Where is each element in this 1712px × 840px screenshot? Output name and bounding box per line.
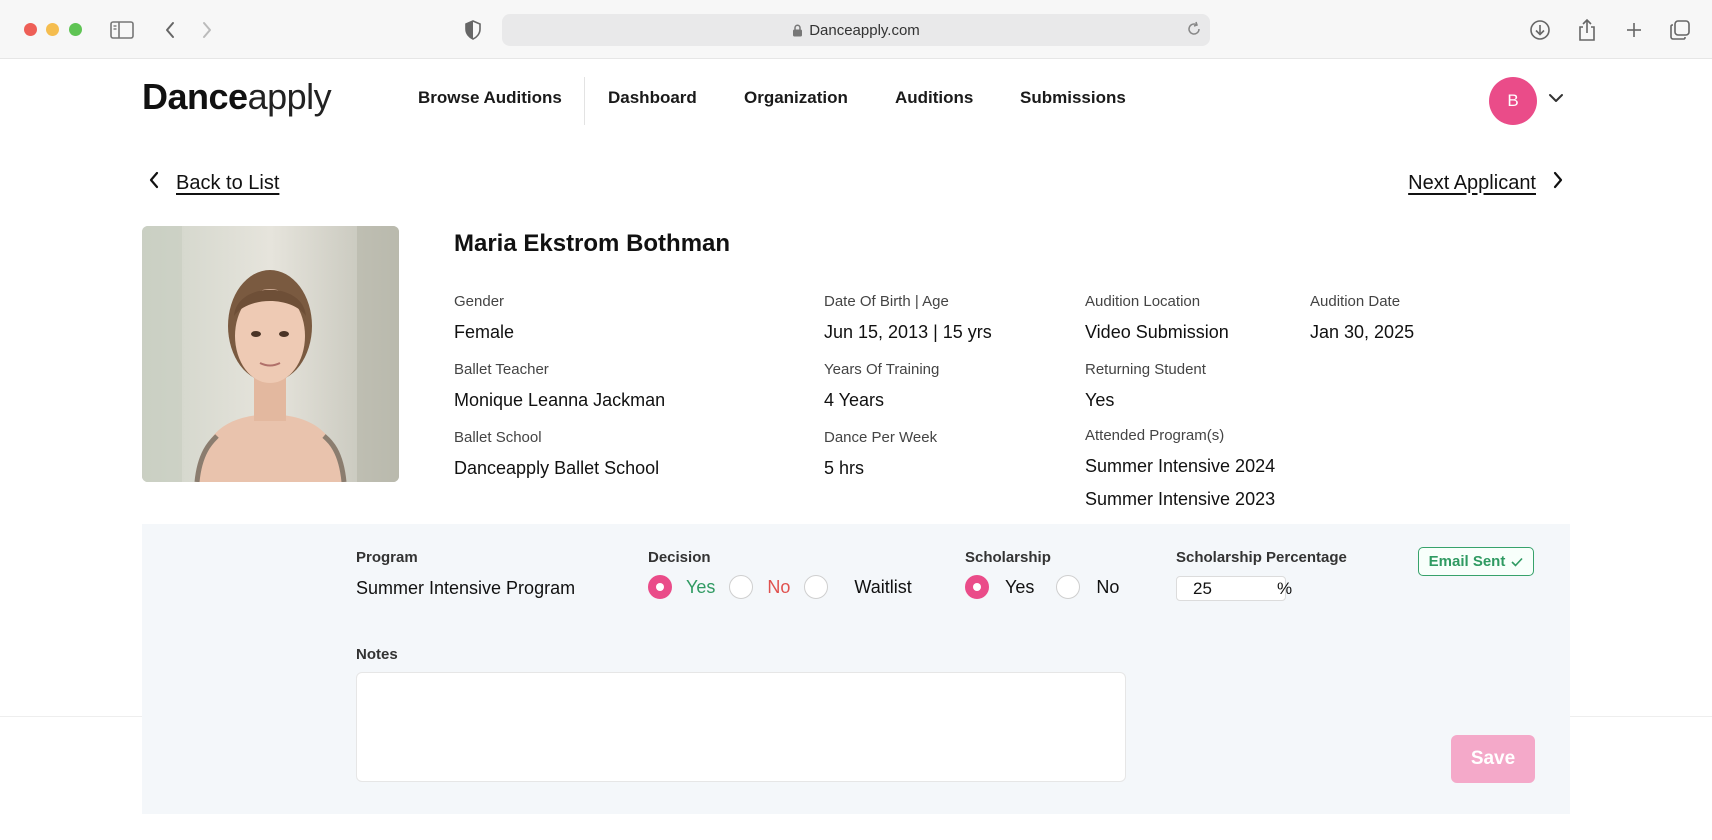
browser-toolbar: Danceapply.com xyxy=(0,0,1712,59)
decision-field: Decision xyxy=(648,549,711,566)
logo-bold-text: Dance xyxy=(142,76,248,117)
dob-value: Jun 15, 2013 | 15 yrs xyxy=(824,322,992,342)
nav-auditions[interactable]: Auditions xyxy=(895,88,973,108)
user-avatar[interactable]: B xyxy=(1489,77,1537,125)
scholarship-percentage-label: Scholarship Percentage xyxy=(1176,549,1347,566)
scholarship-field: Scholarship xyxy=(965,549,1051,566)
audition-location-field: Audition Location Video Submission xyxy=(1085,293,1229,343)
percent-unit: % xyxy=(1277,578,1293,598)
years-training-field: Years Of Training 4 Years xyxy=(824,361,939,411)
lock-icon xyxy=(792,24,803,37)
notes-textarea[interactable] xyxy=(356,672,1126,782)
close-window-button[interactable] xyxy=(24,23,37,36)
nav-dashboard[interactable]: Dashboard xyxy=(608,88,697,108)
ballet-school-value: Danceapply Ballet School xyxy=(454,458,660,478)
decision-yes-radio[interactable] xyxy=(648,575,672,599)
decision-yes-label[interactable]: Yes xyxy=(686,577,715,598)
logo-light-text: apply xyxy=(247,76,332,117)
decision-no-label[interactable]: No xyxy=(767,577,790,598)
scholarship-yes-label[interactable]: Yes xyxy=(1005,577,1034,598)
years-training-label: Years Of Training xyxy=(824,361,940,378)
scholarship-percentage-input[interactable] xyxy=(1193,578,1273,599)
audition-date-value: Jan 30, 2025 xyxy=(1310,322,1415,342)
ballet-school-field: Ballet School Danceapply Ballet School xyxy=(454,429,659,479)
returning-student-label: Returning Student xyxy=(1085,361,1206,378)
download-icon[interactable] xyxy=(1527,17,1553,43)
url-text: Danceapply.com xyxy=(809,21,920,39)
scholarship-percentage-field: Scholarship Percentage xyxy=(1176,549,1347,566)
attended-programs-label: Attended Program(s) xyxy=(1085,427,1225,444)
nav-browse-auditions[interactable]: Browse Auditions xyxy=(418,88,562,108)
chevron-right-icon xyxy=(1552,171,1564,195)
dob-label: Date Of Birth | Age xyxy=(824,293,949,310)
nav-submissions[interactable]: Submissions xyxy=(1020,88,1126,108)
dance-per-week-value: 5 hrs xyxy=(824,458,865,478)
scholarship-radio-group: Yes No xyxy=(965,575,1133,599)
maximize-window-button[interactable] xyxy=(69,23,82,36)
avatar-initial: B xyxy=(1507,91,1519,110)
reload-icon[interactable] xyxy=(1186,21,1202,41)
program-value: Summer Intensive Program xyxy=(356,578,576,598)
back-to-list-label: Back to List xyxy=(176,171,280,194)
check-icon xyxy=(1511,557,1523,567)
applicant-photo xyxy=(142,226,399,482)
ballet-school-label: Ballet School xyxy=(454,429,542,446)
ballet-teacher-field: Ballet Teacher Monique Leanna Jackman xyxy=(454,361,665,411)
back-arrow-icon[interactable] xyxy=(157,17,183,43)
applicant-name: Maria Ekstrom Bothman xyxy=(454,230,731,257)
tab-overview-icon[interactable] xyxy=(1667,17,1693,43)
danceapply-logo[interactable]: Danceapply xyxy=(142,76,332,118)
gender-value: Female xyxy=(454,322,515,342)
audition-date-field: Audition Date Jan 30, 2025 xyxy=(1310,293,1414,343)
save-button[interactable]: Save xyxy=(1451,735,1535,783)
email-sent-badge: Email Sent xyxy=(1418,547,1534,576)
scholarship-no-radio[interactable] xyxy=(1056,575,1081,599)
scholarship-no-label[interactable]: No xyxy=(1096,577,1119,598)
decision-radio-group: Yes No Waitlist xyxy=(648,575,926,599)
dance-per-week-label: Dance Per Week xyxy=(824,429,938,446)
program-label: Program xyxy=(356,549,418,566)
years-training-value: 4 Years xyxy=(824,390,885,410)
back-to-list-link[interactable]: Back to List xyxy=(148,171,279,195)
program-field: Program Summer Intensive Program xyxy=(356,549,575,599)
scholarship-label: Scholarship xyxy=(965,549,1051,566)
forward-arrow-icon[interactable] xyxy=(194,17,220,43)
nav-divider xyxy=(584,77,585,125)
decision-waitlist-label[interactable]: Waitlist xyxy=(854,577,911,598)
address-bar[interactable]: Danceapply.com xyxy=(502,14,1210,46)
decision-no-radio[interactable] xyxy=(729,575,754,599)
gender-field: Gender Female xyxy=(454,293,514,343)
email-sent-label: Email Sent xyxy=(1428,553,1506,570)
minimize-window-button[interactable] xyxy=(46,23,59,36)
next-applicant-link[interactable]: Next Applicant xyxy=(1408,171,1564,195)
audition-location-label: Audition Location xyxy=(1085,293,1201,310)
scholarship-percentage-box: % xyxy=(1176,576,1292,601)
attended-program-item: Summer Intensive 2024 xyxy=(1085,456,1276,476)
share-icon[interactable] xyxy=(1574,17,1600,43)
chevron-left-icon xyxy=(148,171,160,195)
returning-student-field: Returning Student Yes xyxy=(1085,361,1206,411)
shield-icon[interactable] xyxy=(460,17,486,43)
sidebar-toggle-icon[interactable] xyxy=(109,17,135,43)
decision-waitlist-radio[interactable] xyxy=(804,575,829,599)
decision-label: Decision xyxy=(648,549,711,566)
ballet-teacher-label: Ballet Teacher xyxy=(454,361,549,378)
returning-student-value: Yes xyxy=(1085,390,1115,410)
notes-label: Notes xyxy=(356,646,398,663)
next-applicant-label: Next Applicant xyxy=(1408,171,1536,194)
scholarship-yes-radio[interactable] xyxy=(965,575,989,599)
dance-per-week-field: Dance Per Week 5 hrs xyxy=(824,429,937,479)
dob-field: Date Of Birth | Age Jun 15, 2013 | 15 yr… xyxy=(824,293,992,343)
ballet-teacher-value: Monique Leanna Jackman xyxy=(454,390,666,410)
audition-date-label: Audition Date xyxy=(1310,293,1401,310)
new-tab-icon[interactable] xyxy=(1621,17,1647,43)
chevron-down-icon[interactable] xyxy=(1548,90,1564,108)
audition-location-value: Video Submission xyxy=(1085,322,1229,342)
nav-organization[interactable]: Organization xyxy=(744,88,848,108)
gender-label: Gender xyxy=(454,293,505,310)
attended-programs-field: Attended Program(s) Summer Intensive 202… xyxy=(1085,427,1275,510)
attended-program-item: Summer Intensive 2023 xyxy=(1085,489,1276,509)
